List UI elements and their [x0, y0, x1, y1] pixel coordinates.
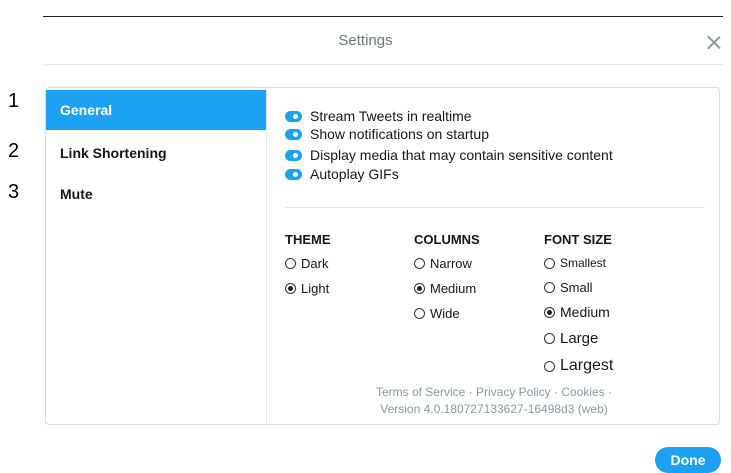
toggle-switch-icon[interactable]	[285, 168, 302, 180]
radio-label: Smallest	[560, 256, 607, 270]
annotation-number-1: 1	[8, 90, 20, 112]
columns-heading: COLUMNS	[414, 232, 480, 247]
sidebar-item-link-shortening[interactable]: Link Shortening	[46, 133, 266, 173]
done-button[interactable]: Done	[655, 447, 721, 473]
cookies-link[interactable]: Cookies	[561, 385, 604, 399]
radio-label: Large	[560, 330, 599, 347]
radio-icon[interactable]	[414, 258, 425, 269]
toggle-switch-icon[interactable]	[285, 149, 302, 161]
header-divider	[43, 64, 723, 65]
footer-separator: ·	[554, 385, 559, 399]
radio-selected-icon[interactable]	[414, 283, 425, 294]
radio-label: Medium	[560, 304, 610, 320]
toggle-stream-tweets: Stream Tweets in realtime	[285, 107, 472, 125]
terms-of-service-link[interactable]: Terms of Service	[376, 385, 465, 399]
radio-label: Medium	[430, 281, 477, 296]
radio-label: Largest	[560, 357, 614, 374]
toggle-show-notifications: Show notifications on startup	[285, 125, 489, 143]
top-divider	[43, 16, 723, 17]
toggle-autoplay-gifs: Autoplay GIFs	[285, 165, 399, 183]
radio-icon[interactable]	[544, 360, 555, 372]
radio-icon[interactable]	[544, 257, 555, 269]
radio-font-largest[interactable]: Largest	[544, 357, 613, 375]
close-icon[interactable]	[700, 28, 728, 56]
radio-icon[interactable]	[544, 282, 555, 293]
toggle-label: Stream Tweets in realtime	[310, 108, 472, 124]
settings-panel: General Link Shortening Mute Stream Twee…	[45, 87, 720, 425]
privacy-policy-link[interactable]: Privacy Policy	[476, 385, 551, 399]
toggle-sensitive-media: Display media that may contain sensitive…	[285, 146, 613, 164]
version-text: Version 4.0.180727133627-16498d3 (web)	[380, 402, 608, 416]
radio-icon[interactable]	[414, 308, 425, 319]
footer-separator: ·	[608, 385, 613, 399]
radio-font-large[interactable]: Large	[544, 330, 598, 347]
radio-icon[interactable]	[285, 258, 296, 269]
radio-columns-medium[interactable]: Medium	[414, 281, 476, 296]
radio-label: Dark	[301, 256, 329, 271]
sidebar-item-mute[interactable]: Mute	[46, 174, 266, 214]
radio-label: Wide	[430, 306, 460, 321]
radio-font-small[interactable]: Small	[544, 280, 593, 295]
radio-selected-icon[interactable]	[544, 306, 555, 318]
dialog-title: Settings	[338, 32, 393, 49]
footer-separator: ·	[468, 385, 473, 399]
radio-font-medium[interactable]: Medium	[544, 304, 610, 320]
toggle-switch-icon[interactable]	[285, 110, 302, 122]
radio-theme-light[interactable]: Light	[285, 281, 329, 296]
radio-label: Light	[301, 281, 330, 296]
toggle-label: Autoplay GIFs	[310, 166, 399, 182]
radio-columns-wide[interactable]: Wide	[414, 306, 460, 321]
sidebar-item-general[interactable]: General	[46, 90, 266, 130]
settings-sidebar: General Link Shortening Mute	[46, 88, 267, 424]
radio-theme-dark[interactable]: Dark	[285, 256, 328, 271]
theme-heading: THEME	[285, 232, 331, 247]
annotation-number-2: 2	[8, 140, 20, 162]
toggle-label: Display media that may contain sensitive…	[310, 147, 613, 163]
radio-label: Small	[560, 280, 593, 295]
radio-selected-icon[interactable]	[285, 283, 296, 294]
annotation-number-3: 3	[8, 181, 20, 203]
toggle-switch-icon[interactable]	[285, 128, 302, 140]
section-divider	[285, 207, 705, 208]
font-size-heading: FONT SIZE	[544, 232, 612, 247]
toggle-label: Show notifications on startup	[310, 126, 489, 142]
radio-icon[interactable]	[544, 333, 555, 344]
radio-label: Narrow	[430, 256, 472, 271]
radio-columns-narrow[interactable]: Narrow	[414, 256, 472, 271]
footer-links: Terms of Service · Privacy Policy · Cook…	[268, 385, 719, 399]
radio-font-smallest[interactable]: Smallest	[544, 256, 606, 270]
